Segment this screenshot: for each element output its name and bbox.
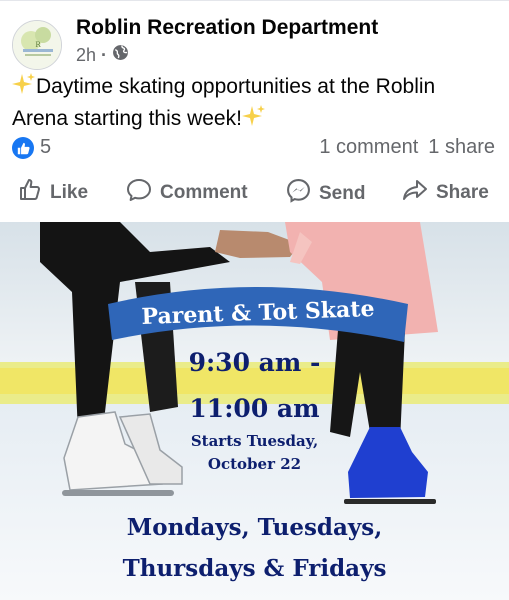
flyer-days-line2: Thursdays & Fridays xyxy=(122,555,387,582)
globe-icon xyxy=(112,44,129,66)
thumbs-up-icon xyxy=(18,178,42,208)
post-text-line2: Arena starting this week! xyxy=(12,107,242,130)
post-text: Daytime skating opportunities at the Rob… xyxy=(12,72,497,136)
send-label: Send xyxy=(319,182,366,204)
flyer-days-line1: Mondays, Tuesdays, xyxy=(126,514,383,541)
reaction-count[interactable]: 5 xyxy=(40,136,51,159)
engagement-counts: 5 1 comment 1 share xyxy=(12,134,495,162)
flyer-start-date-line2: October 22 xyxy=(207,455,302,473)
share-arrow-icon xyxy=(402,178,428,208)
flyer-time-end: 11:00 am xyxy=(189,394,320,423)
comment-count[interactable]: 1 comment xyxy=(319,136,418,159)
post-text-line1: Daytime skating opportunities at the Rob… xyxy=(36,75,436,98)
svg-text:R: R xyxy=(35,41,41,49)
meta-separator: · xyxy=(101,44,108,65)
post-header: R Roblin Recreation Department 2h · xyxy=(12,14,492,70)
post-time[interactable]: 2h xyxy=(76,45,96,66)
like-reaction-icon[interactable] xyxy=(12,137,34,159)
action-bar: Like Comment Send Share xyxy=(0,172,509,214)
flyer-start-date-line1: Starts Tuesday, xyxy=(190,432,319,450)
top-divider xyxy=(0,0,509,1)
send-button[interactable]: Send xyxy=(286,178,365,209)
share-count[interactable]: 1 share xyxy=(428,136,495,159)
post-meta: 2h · xyxy=(76,44,129,66)
speech-bubble-icon xyxy=(126,178,152,208)
page-name[interactable]: Roblin Recreation Department xyxy=(76,16,378,40)
like-label: Like xyxy=(50,182,89,203)
comment-share-counts: 1 comment 1 share xyxy=(319,136,495,159)
flyer-overlay: Parent & Tot Skate 9:30 am - 11:00 am St… xyxy=(0,222,509,600)
share-button[interactable]: Share xyxy=(402,178,489,208)
sparkles-icon xyxy=(12,72,36,104)
comment-button[interactable]: Comment xyxy=(126,178,248,208)
flyer-title: Parent & Tot Skate xyxy=(141,295,375,331)
post-image[interactable]: Parent & Tot Skate 9:30 am - 11:00 am St… xyxy=(0,222,509,600)
messenger-icon xyxy=(286,178,311,209)
flyer-time-start: 9:30 am - xyxy=(188,348,321,377)
page-avatar[interactable]: R xyxy=(12,20,62,70)
share-label: Share xyxy=(436,182,489,203)
sparkles-icon xyxy=(241,104,266,136)
like-button[interactable]: Like xyxy=(18,178,88,208)
comment-label: Comment xyxy=(160,182,248,203)
